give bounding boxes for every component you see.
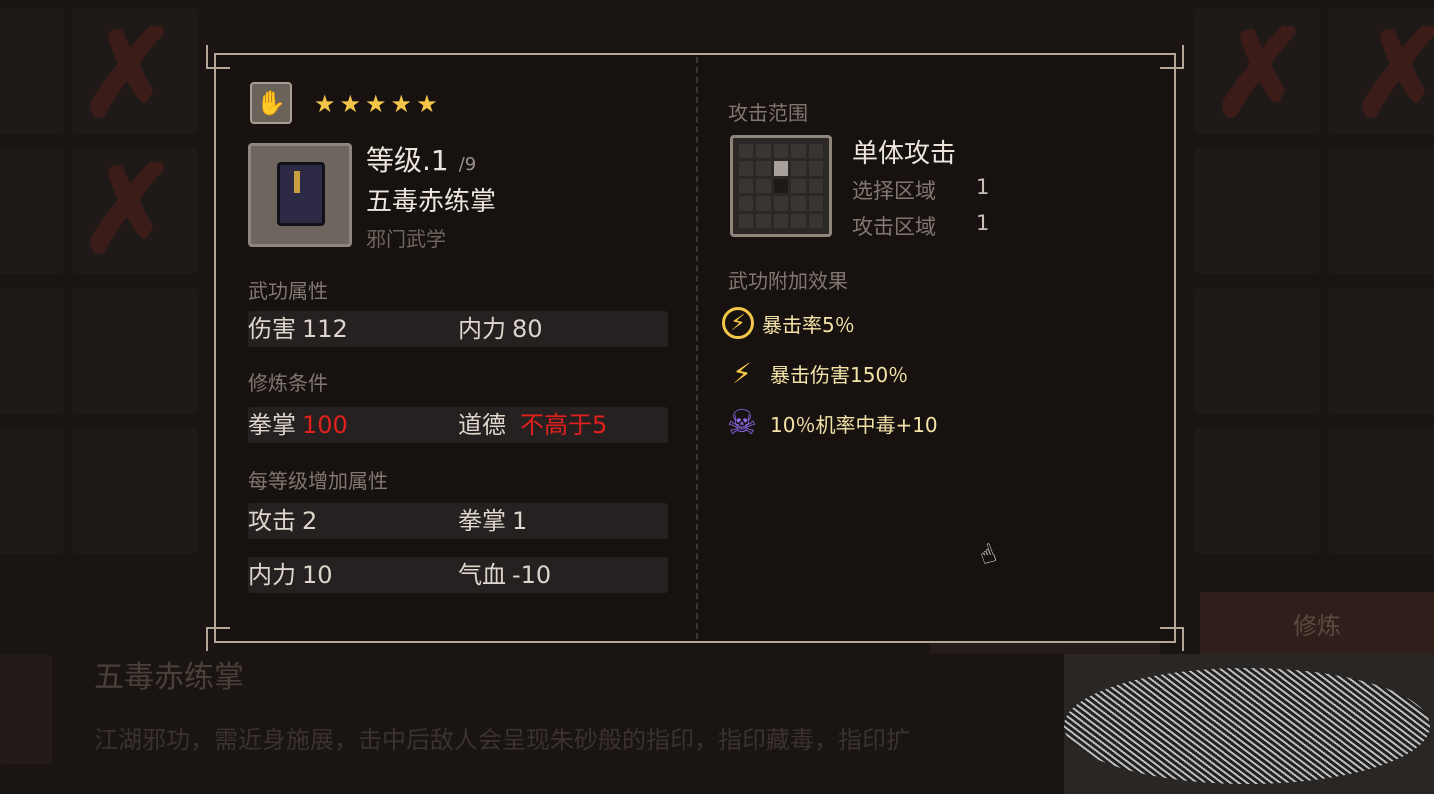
star-icon: ★ <box>314 90 336 118</box>
effect-text: 10％机率中毒+10 <box>770 412 938 437</box>
frame-corner <box>1160 45 1184 69</box>
column-divider <box>696 57 698 639</box>
sealed-mark-icon: ✗ <box>78 3 179 144</box>
skill-slot[interactable] <box>0 8 64 134</box>
attack-range-grid <box>730 135 832 237</box>
star-icon: ★ <box>339 90 362 118</box>
poison-skull-icon: ☠ <box>726 403 758 443</box>
background-skill-title: 五毒赤练掌 <box>94 660 244 695</box>
sealed-mark-icon: ✗ <box>1210 3 1311 144</box>
frame-corner <box>1160 627 1184 651</box>
sealed-mark-icon: ✗ <box>1350 3 1434 144</box>
effects-label: 武功附加效果 <box>728 269 848 293</box>
effect-crit-damage: ⚡ 暴击伤害150％ <box>722 353 908 393</box>
requirements-row: 拳掌 100 道德 不高于5 <box>248 407 668 443</box>
requirements-label: 修炼条件 <box>248 371 328 395</box>
per-level-fist-palm: 拳掌 1 <box>458 507 528 535</box>
level-max: /9 <box>458 154 477 175</box>
skill-slot[interactable] <box>1194 148 1320 274</box>
stat-inner-force: 内力 80 <box>458 315 543 343</box>
skill-slot[interactable] <box>0 428 64 554</box>
per-level-label: 每等级增加属性 <box>248 469 388 493</box>
per-level-inner-force: 内力 10 <box>248 561 333 589</box>
range-type: 单体攻击 <box>852 139 957 169</box>
skill-slot[interactable] <box>0 288 64 414</box>
background-skill-description: 江湖邪功，需近身施展，击中后敌人会呈现朱砂般的指印，指印藏毒，指印扩 <box>94 726 910 754</box>
skill-slot[interactable] <box>72 288 198 414</box>
range-label: 攻击范围 <box>728 101 808 125</box>
attack-area: 攻击区域 1 <box>852 211 990 239</box>
star-icon: ★ <box>390 90 413 118</box>
obscured-overlay <box>1064 654 1434 794</box>
per-level-attack: 攻击 2 <box>248 507 318 535</box>
skill-slot[interactable] <box>72 428 198 554</box>
level-label: 等级.1 <box>366 144 449 177</box>
crit-rate-icon: ⚡ <box>722 307 754 339</box>
per-level-hp: 气血 -10 <box>458 561 552 589</box>
attributes-label: 武功属性 <box>248 279 328 303</box>
stat-damage: 伤害 112 <box>248 315 348 343</box>
lightning-icon: ⚡ <box>732 356 752 390</box>
skill-slot[interactable] <box>0 148 64 274</box>
per-level-row: 内力 10 气血 -10 <box>248 557 668 593</box>
skill-level: 等级.1/9 <box>366 139 476 179</box>
attributes-row: 伤害 112 内力 80 <box>248 311 668 347</box>
skill-slot[interactable] <box>1328 428 1434 554</box>
skill-slot[interactable] <box>1328 288 1434 414</box>
effect-crit-rate: ⚡ 暴击率5％ <box>722 303 855 343</box>
requirement-morality: 道德 不高于5 <box>458 411 608 439</box>
per-level-row: 攻击 2 拳掌 1 <box>248 503 668 539</box>
skill-name: 五毒赤练掌 <box>366 187 497 217</box>
skill-slot[interactable] <box>1194 288 1320 414</box>
requirement-fist-palm: 拳掌 100 <box>248 411 348 439</box>
sealed-mark-icon: ✗ <box>78 139 179 280</box>
effect-poison: ☠ 10％机率中毒+10 <box>722 403 938 443</box>
side-tab[interactable] <box>0 654 52 764</box>
star-icon: ★ <box>416 90 438 118</box>
skill-detail-dialog: ✋ ★ ★ ★ ★ ★ 等级.1/9 五毒赤练掌 邪门武学 武功属性 伤害 112… <box>206 45 1184 651</box>
frame-corner <box>206 45 230 69</box>
skill-slot[interactable] <box>1328 148 1434 274</box>
palm-icon: ✋ <box>250 82 292 124</box>
skill-category: 邪门武学 <box>366 227 446 251</box>
target-cell <box>773 161 789 176</box>
self-cell <box>773 178 789 194</box>
select-area: 选择区域 1 <box>852 175 990 203</box>
effect-text: 暴击率5％ <box>762 312 855 337</box>
skill-slot[interactable] <box>1194 428 1320 554</box>
star-rating: ★ ★ ★ ★ ★ <box>314 91 438 117</box>
star-icon: ★ <box>365 90 387 118</box>
frame-corner <box>206 627 230 651</box>
skill-book-icon <box>248 143 352 247</box>
effect-text: 暴击伤害150％ <box>770 362 909 387</box>
train-button[interactable]: 修炼 <box>1200 592 1434 654</box>
